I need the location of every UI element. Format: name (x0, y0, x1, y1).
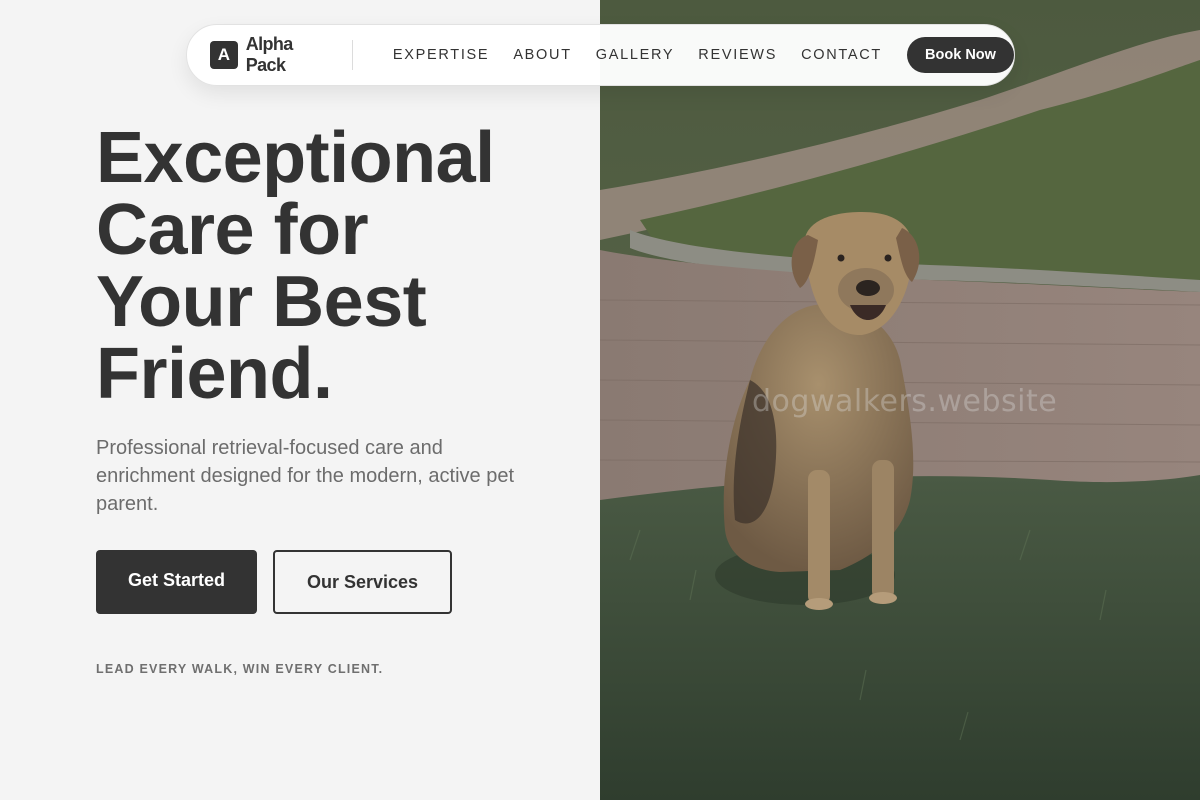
get-started-button[interactable]: Get Started (96, 550, 257, 614)
nav-links: EXPERTISE ABOUT GALLERY REVIEWS CONTACT (393, 47, 882, 63)
nav-link-gallery[interactable]: GALLERY (596, 47, 675, 63)
brand-mark-icon: A (210, 41, 238, 69)
hero-title-line: Your Best (96, 262, 427, 342)
hero-tagline: LEAD EVERY WALK, WIN EVERY CLIENT. (96, 662, 384, 676)
our-services-button[interactable]: Our Services (273, 550, 452, 614)
hero-title: Exceptional Care for Your Best Friend. (96, 122, 495, 410)
brand-name: Alpha Pack (245, 34, 294, 75)
watermark-text: dogwalkers.website (752, 384, 1058, 419)
nav-link-expertise[interactable]: EXPERTISE (393, 47, 489, 63)
hero-title-line: Exceptional (96, 118, 495, 198)
hero-dog-photo: dogwalkers.website (600, 0, 1200, 800)
top-navbar: A Alpha Pack EXPERTISE ABOUT GALLERY REV… (186, 24, 1015, 86)
nav-link-about[interactable]: ABOUT (513, 47, 571, 63)
book-now-button[interactable]: Book Now (906, 37, 1014, 73)
hero-title-line: Care for (96, 190, 369, 270)
hero-subtitle: Professional retrieval-focused care and … (96, 437, 515, 515)
nav-link-contact[interactable]: CONTACT (801, 47, 882, 63)
hero-title-line: Friend. (96, 334, 333, 414)
brand-logo[interactable]: A Alpha Pack (210, 34, 353, 75)
nav-link-reviews[interactable]: REVIEWS (698, 47, 777, 63)
